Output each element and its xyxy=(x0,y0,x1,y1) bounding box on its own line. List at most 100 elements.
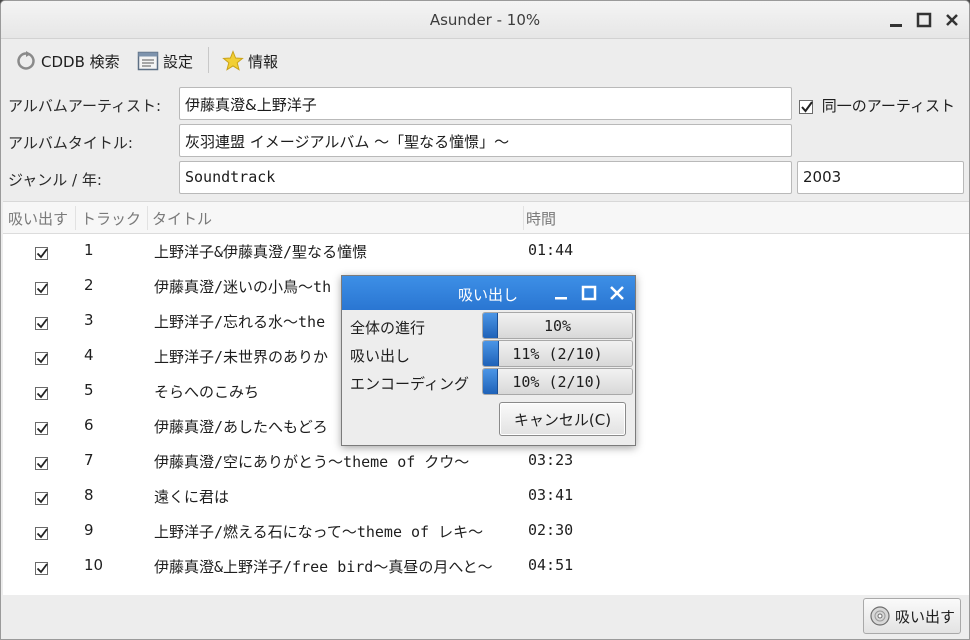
header-rip[interactable]: 吸い出す xyxy=(8,208,68,229)
album-title-label: アルバムタイトル: xyxy=(8,134,133,152)
rip-check[interactable] xyxy=(35,527,48,540)
rip-check[interactable] xyxy=(35,457,48,470)
track-number: 1 xyxy=(84,241,94,259)
rip-checkbox[interactable] xyxy=(35,279,48,297)
minimize-button[interactable] xyxy=(887,11,905,29)
album-title-input[interactable]: 灰羽連盟 イメージアルバム ～「聖なる憧憬」～ xyxy=(179,124,792,157)
total-progress-text: 10% xyxy=(543,317,572,335)
track-time: 03:41 xyxy=(528,486,574,504)
album-artist-label: アルバムアーティスト: xyxy=(8,97,162,115)
rip-check[interactable] xyxy=(35,282,48,295)
cancel-button[interactable]: キャンセル(C) xyxy=(499,402,626,436)
track-title[interactable]: 上野洋子/燃える石になって～theme of レキ～ xyxy=(154,521,483,542)
track-title[interactable]: 伊藤真澄/迷いの小鳥～th xyxy=(154,276,331,297)
checkmark-icon xyxy=(36,248,48,259)
rip-check[interactable] xyxy=(35,492,48,505)
track-number: 2 xyxy=(84,276,94,294)
single-artist-checkbox[interactable]: 同一のアーティスト xyxy=(799,95,955,116)
maximize-icon xyxy=(916,12,932,28)
track-title[interactable]: 伊藤真澄/あしたへもどろ xyxy=(154,416,328,437)
dialog-minimize-button[interactable] xyxy=(552,284,570,302)
cddb-lookup-button[interactable]: CDDB 検索 xyxy=(15,49,120,73)
encode-progress-text: 10% (2/10) xyxy=(512,373,603,391)
close-button[interactable] xyxy=(943,11,961,29)
rip-check[interactable] xyxy=(35,247,48,260)
rip-check[interactable] xyxy=(35,562,48,575)
rip-check[interactable] xyxy=(35,422,48,435)
checkmark-icon xyxy=(36,423,48,434)
dialog-close-button[interactable] xyxy=(608,284,626,302)
about-button[interactable]: 情報 xyxy=(222,49,278,73)
genre-input[interactable]: Soundtrack xyxy=(179,161,792,194)
preferences-button[interactable]: 設定 xyxy=(137,49,193,73)
rip-checkbox[interactable] xyxy=(35,349,48,367)
rip-button-label: 吸い出す xyxy=(894,607,955,626)
dialog-title: 吸い出し xyxy=(458,286,519,304)
track-title[interactable]: 上野洋子/未世界のありか xyxy=(154,346,328,367)
title-bar: Asunder - 10% xyxy=(1,1,969,39)
year-input[interactable]: 2003 xyxy=(797,161,964,194)
header-track[interactable]: トラック xyxy=(81,208,141,229)
rip-progress-text: 11% (2/10) xyxy=(512,345,603,363)
track-number: 10 xyxy=(84,556,104,574)
table-row[interactable]: 7 伊藤真澄/空にありがとう～theme of クウ～ 03:23 xyxy=(3,444,969,479)
minimize-icon xyxy=(890,24,902,27)
window-title: Asunder - 10% xyxy=(429,11,541,29)
rip-check[interactable] xyxy=(35,317,48,330)
rip-button[interactable]: 吸い出す xyxy=(863,598,961,634)
track-title[interactable]: 伊藤真澄/空にありがとう～theme of クウ～ xyxy=(154,451,469,472)
rip-progress-label: 吸い出し xyxy=(350,347,411,365)
checkmark-icon xyxy=(36,493,48,504)
rip-checkbox[interactable] xyxy=(35,489,48,507)
album-artist-input[interactable]: 伊藤真澄&上野洋子 xyxy=(179,87,792,120)
track-title[interactable]: 伊藤真澄&上野洋子/free bird～真昼の月へと～ xyxy=(154,556,493,577)
rip-checkbox[interactable] xyxy=(35,524,48,542)
rip-checkbox[interactable] xyxy=(35,454,48,472)
track-time: 02:30 xyxy=(528,521,574,539)
genre-year-label: ジャンル / 年: xyxy=(8,171,102,189)
rip-checkbox[interactable] xyxy=(35,559,48,577)
header-divider xyxy=(147,206,148,230)
table-row[interactable]: 9 上野洋子/燃える石になって～theme of レキ～ 02:30 xyxy=(3,514,969,549)
rip-checkbox[interactable] xyxy=(35,384,48,402)
total-progress-label: 全体の進行 xyxy=(350,319,426,337)
table-header: 吸い出す トラック タイトル 時間 xyxy=(3,202,969,234)
maximize-button[interactable] xyxy=(915,11,933,29)
dialog-title-bar: 吸い出し xyxy=(342,276,635,310)
header-time[interactable]: 時間 xyxy=(526,208,556,229)
bottom-bar: 吸い出す xyxy=(1,595,969,639)
track-number: 4 xyxy=(84,346,94,364)
track-title[interactable]: そらへのこみち xyxy=(154,381,259,402)
table-row[interactable]: 1 上野洋子&伊藤真澄/聖なる憧憬 01:44 xyxy=(3,234,969,269)
checkmark-icon xyxy=(36,353,48,364)
rip-check[interactable] xyxy=(35,352,48,365)
rip-checkbox[interactable] xyxy=(35,244,48,262)
checkmark-icon xyxy=(36,283,48,294)
track-number: 3 xyxy=(84,311,94,329)
track-title[interactable]: 遠くに君は xyxy=(154,486,229,507)
checkmark-icon xyxy=(36,458,48,469)
total-progress-bar: 10% xyxy=(482,312,633,339)
dialog-maximize-button[interactable] xyxy=(580,284,598,302)
header-divider xyxy=(75,206,76,230)
rip-progress-dialog: 吸い出し 全体の進行 10% 吸い出し 11% (2/10) エンコーディング … xyxy=(341,275,636,446)
table-row[interactable]: 8 遠くに君は 03:41 xyxy=(3,479,969,514)
preferences-icon xyxy=(137,51,159,71)
rip-check[interactable] xyxy=(35,387,48,400)
table-row[interactable]: 10 伊藤真澄&上野洋子/free bird～真昼の月へと～ 04:51 xyxy=(3,549,969,584)
single-artist-check[interactable] xyxy=(799,99,813,114)
main-window: Asunder - 10% CDDB 検索 設定 情報 アルバムアーティスト: … xyxy=(0,0,970,640)
encode-progress-label: エンコーディング xyxy=(350,375,469,393)
star-icon xyxy=(222,50,244,71)
track-number: 6 xyxy=(84,416,94,434)
track-title[interactable]: 上野洋子/忘れる水～the xyxy=(154,311,325,332)
rip-checkbox[interactable] xyxy=(35,314,48,332)
rip-checkbox[interactable] xyxy=(35,419,48,437)
track-title[interactable]: 上野洋子&伊藤真澄/聖なる憧憬 xyxy=(154,241,367,262)
header-title[interactable]: タイトル xyxy=(152,208,212,229)
rip-progress-bar: 11% (2/10) xyxy=(482,340,633,367)
maximize-icon xyxy=(581,285,597,301)
minimize-icon xyxy=(555,297,567,300)
track-time: 03:23 xyxy=(528,451,574,469)
about-label: 情報 xyxy=(248,52,279,71)
